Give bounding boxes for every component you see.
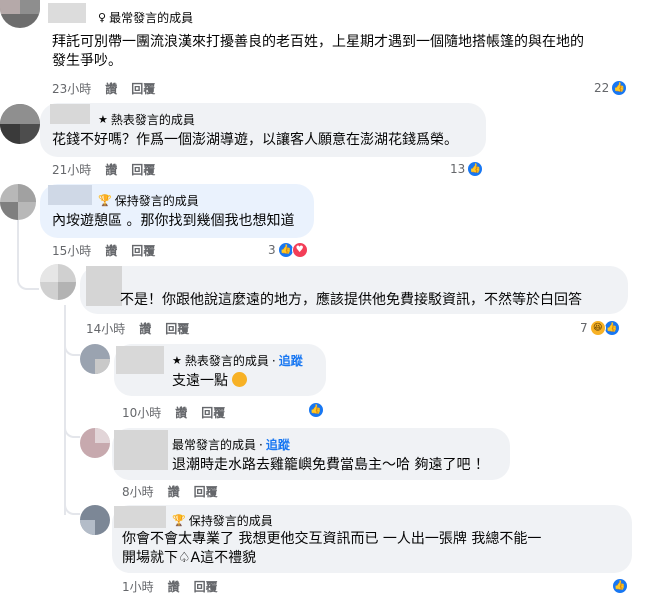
- reaction-summary[interactable]: 13 👍: [450, 161, 484, 177]
- reply-button[interactable]: 回覆: [194, 578, 218, 595]
- comment-text-line: 退潮時走水路去雞籠嶼免費當島主～哈 夠遠了吧 ！: [172, 457, 489, 473]
- author-name-redacted: [86, 266, 122, 306]
- member-badge: 最常發言的成員 · 追蹤: [172, 436, 290, 453]
- author-name-redacted: [48, 3, 86, 23]
- like-button[interactable]: 讚: [105, 242, 117, 259]
- comment-actions: 21小時 讚 回覆: [52, 161, 155, 178]
- like-button[interactable]: 讚: [105, 161, 117, 178]
- member-badge: ♀ 最常發言的成員: [98, 11, 194, 25]
- reaction-count: 7: [580, 321, 588, 335]
- follow-link[interactable]: 追蹤: [266, 436, 290, 453]
- member-badge: 🏆 保持發言的成員: [172, 514, 273, 528]
- like-icon: 👍: [603, 320, 620, 336]
- reply-button[interactable]: 回覆: [194, 483, 218, 500]
- like-icon: 👍: [611, 80, 628, 96]
- like-icon: 👍: [612, 578, 628, 594]
- reaction-summary[interactable]: 22 👍: [594, 80, 628, 96]
- heart-icon: ♥: [291, 242, 308, 258]
- author-name-redacted: [116, 346, 164, 374]
- timestamp[interactable]: 14小時: [86, 320, 125, 337]
- star-icon: ★: [172, 354, 182, 367]
- comment-text-line: 發生爭吵。: [52, 53, 122, 69]
- thread-line: [17, 215, 19, 275]
- author-name-redacted: [114, 430, 168, 470]
- avatar[interactable]: [80, 505, 110, 535]
- avatar[interactable]: [0, 184, 36, 220]
- reply-button[interactable]: 回覆: [131, 161, 155, 178]
- like-button[interactable]: 讚: [168, 578, 180, 595]
- member-badge: ★ 熱表發言的成員 · 追蹤: [172, 352, 303, 369]
- timestamp[interactable]: 21小時: [52, 161, 91, 178]
- reply-button[interactable]: 回覆: [165, 320, 189, 337]
- reply-button[interactable]: 回覆: [131, 242, 155, 259]
- reaction-summary[interactable]: 3 👍 ♥: [268, 242, 308, 258]
- avatar[interactable]: [40, 264, 76, 300]
- comment-actions: 10小時 讚 回覆: [122, 404, 225, 421]
- thread-curve: [64, 330, 80, 356]
- member-badge: 🏆 保持發言的成員: [98, 194, 199, 208]
- comment-actions: 23小時 讚 回覆: [52, 80, 155, 97]
- comment-text-line: 內垵遊憩區 。那你找到幾個我也想知道: [52, 213, 295, 229]
- like-button[interactable]: 讚: [175, 404, 187, 421]
- timestamp[interactable]: 10小時: [122, 404, 161, 421]
- avatar[interactable]: [0, 104, 40, 144]
- comment-actions: 14小時 讚 回覆: [86, 320, 189, 337]
- trophy-icon: 🏆: [98, 194, 112, 207]
- author-name-redacted: [50, 104, 90, 124]
- thread-curve: [64, 410, 80, 438]
- reaction-summary[interactable]: 👍: [612, 578, 628, 594]
- star-icon: ★: [98, 113, 108, 126]
- comment-actions: 8小時 讚 回覆: [122, 483, 218, 500]
- reply-button[interactable]: 回覆: [201, 404, 225, 421]
- reaction-summary[interactable]: 👍: [308, 402, 324, 418]
- comment-actions: 15小時 讚 回覆: [52, 242, 155, 259]
- avatar[interactable]: [80, 344, 110, 374]
- like-icon: 👍: [467, 161, 484, 177]
- timestamp[interactable]: 23小時: [52, 80, 91, 97]
- like-button[interactable]: 讚: [168, 483, 180, 500]
- timestamp[interactable]: 1小時: [122, 578, 154, 595]
- like-button[interactable]: 讚: [105, 80, 117, 97]
- comment-text-line: 花錢不好嗎？作爲一個澎湖導遊，以讓客人願意在澎湖花錢爲榮。: [52, 132, 458, 148]
- like-button[interactable]: 讚: [139, 320, 151, 337]
- comment-text-line: 不是！你跟他說這麼遠的地方，應該提供他免費接駁資訊，不然等於白回答: [120, 292, 582, 308]
- author-name-redacted: [48, 185, 92, 205]
- top-fan-icon: ♀: [98, 11, 107, 24]
- thread-curve: [17, 270, 39, 290]
- reply-button[interactable]: 回覆: [131, 80, 155, 97]
- author-name-redacted: [114, 506, 166, 528]
- timestamp[interactable]: 8小時: [122, 483, 154, 500]
- haha-icon: 😆: [589, 320, 606, 336]
- avatar[interactable]: [0, 0, 40, 28]
- member-badge: ★ 熱表發言的成員: [98, 113, 195, 127]
- reaction-count: 13: [450, 162, 466, 176]
- follow-link[interactable]: 追蹤: [279, 352, 303, 369]
- like-icon: 👍: [308, 402, 324, 418]
- reaction-count: 22: [594, 81, 610, 95]
- comment-text-line: 你會不會太專業了 我想更他交互資訊而已 一人出一張牌 我總不能一: [122, 531, 542, 547]
- timestamp[interactable]: 15小時: [52, 242, 91, 259]
- thread-curve: [64, 490, 80, 515]
- trophy-icon: 🏆: [172, 514, 186, 527]
- comment-actions: 1小時 讚 回覆: [122, 578, 218, 595]
- reaction-summary[interactable]: 7 😆 👍: [580, 320, 620, 336]
- comment-text-line: 拜託可別帶一團流浪漢來打擾善良的老百姓，上星期才遇到一個隨地搭帳篷的與在地的: [52, 34, 584, 50]
- comment-text-line: 支遠一點: [172, 371, 248, 391]
- reaction-count: 3: [268, 243, 276, 257]
- avatar[interactable]: [80, 428, 110, 458]
- comment-text-line: 開場就下♤A這不禮貌: [122, 550, 257, 566]
- laughing-emoji-icon: [232, 372, 248, 387]
